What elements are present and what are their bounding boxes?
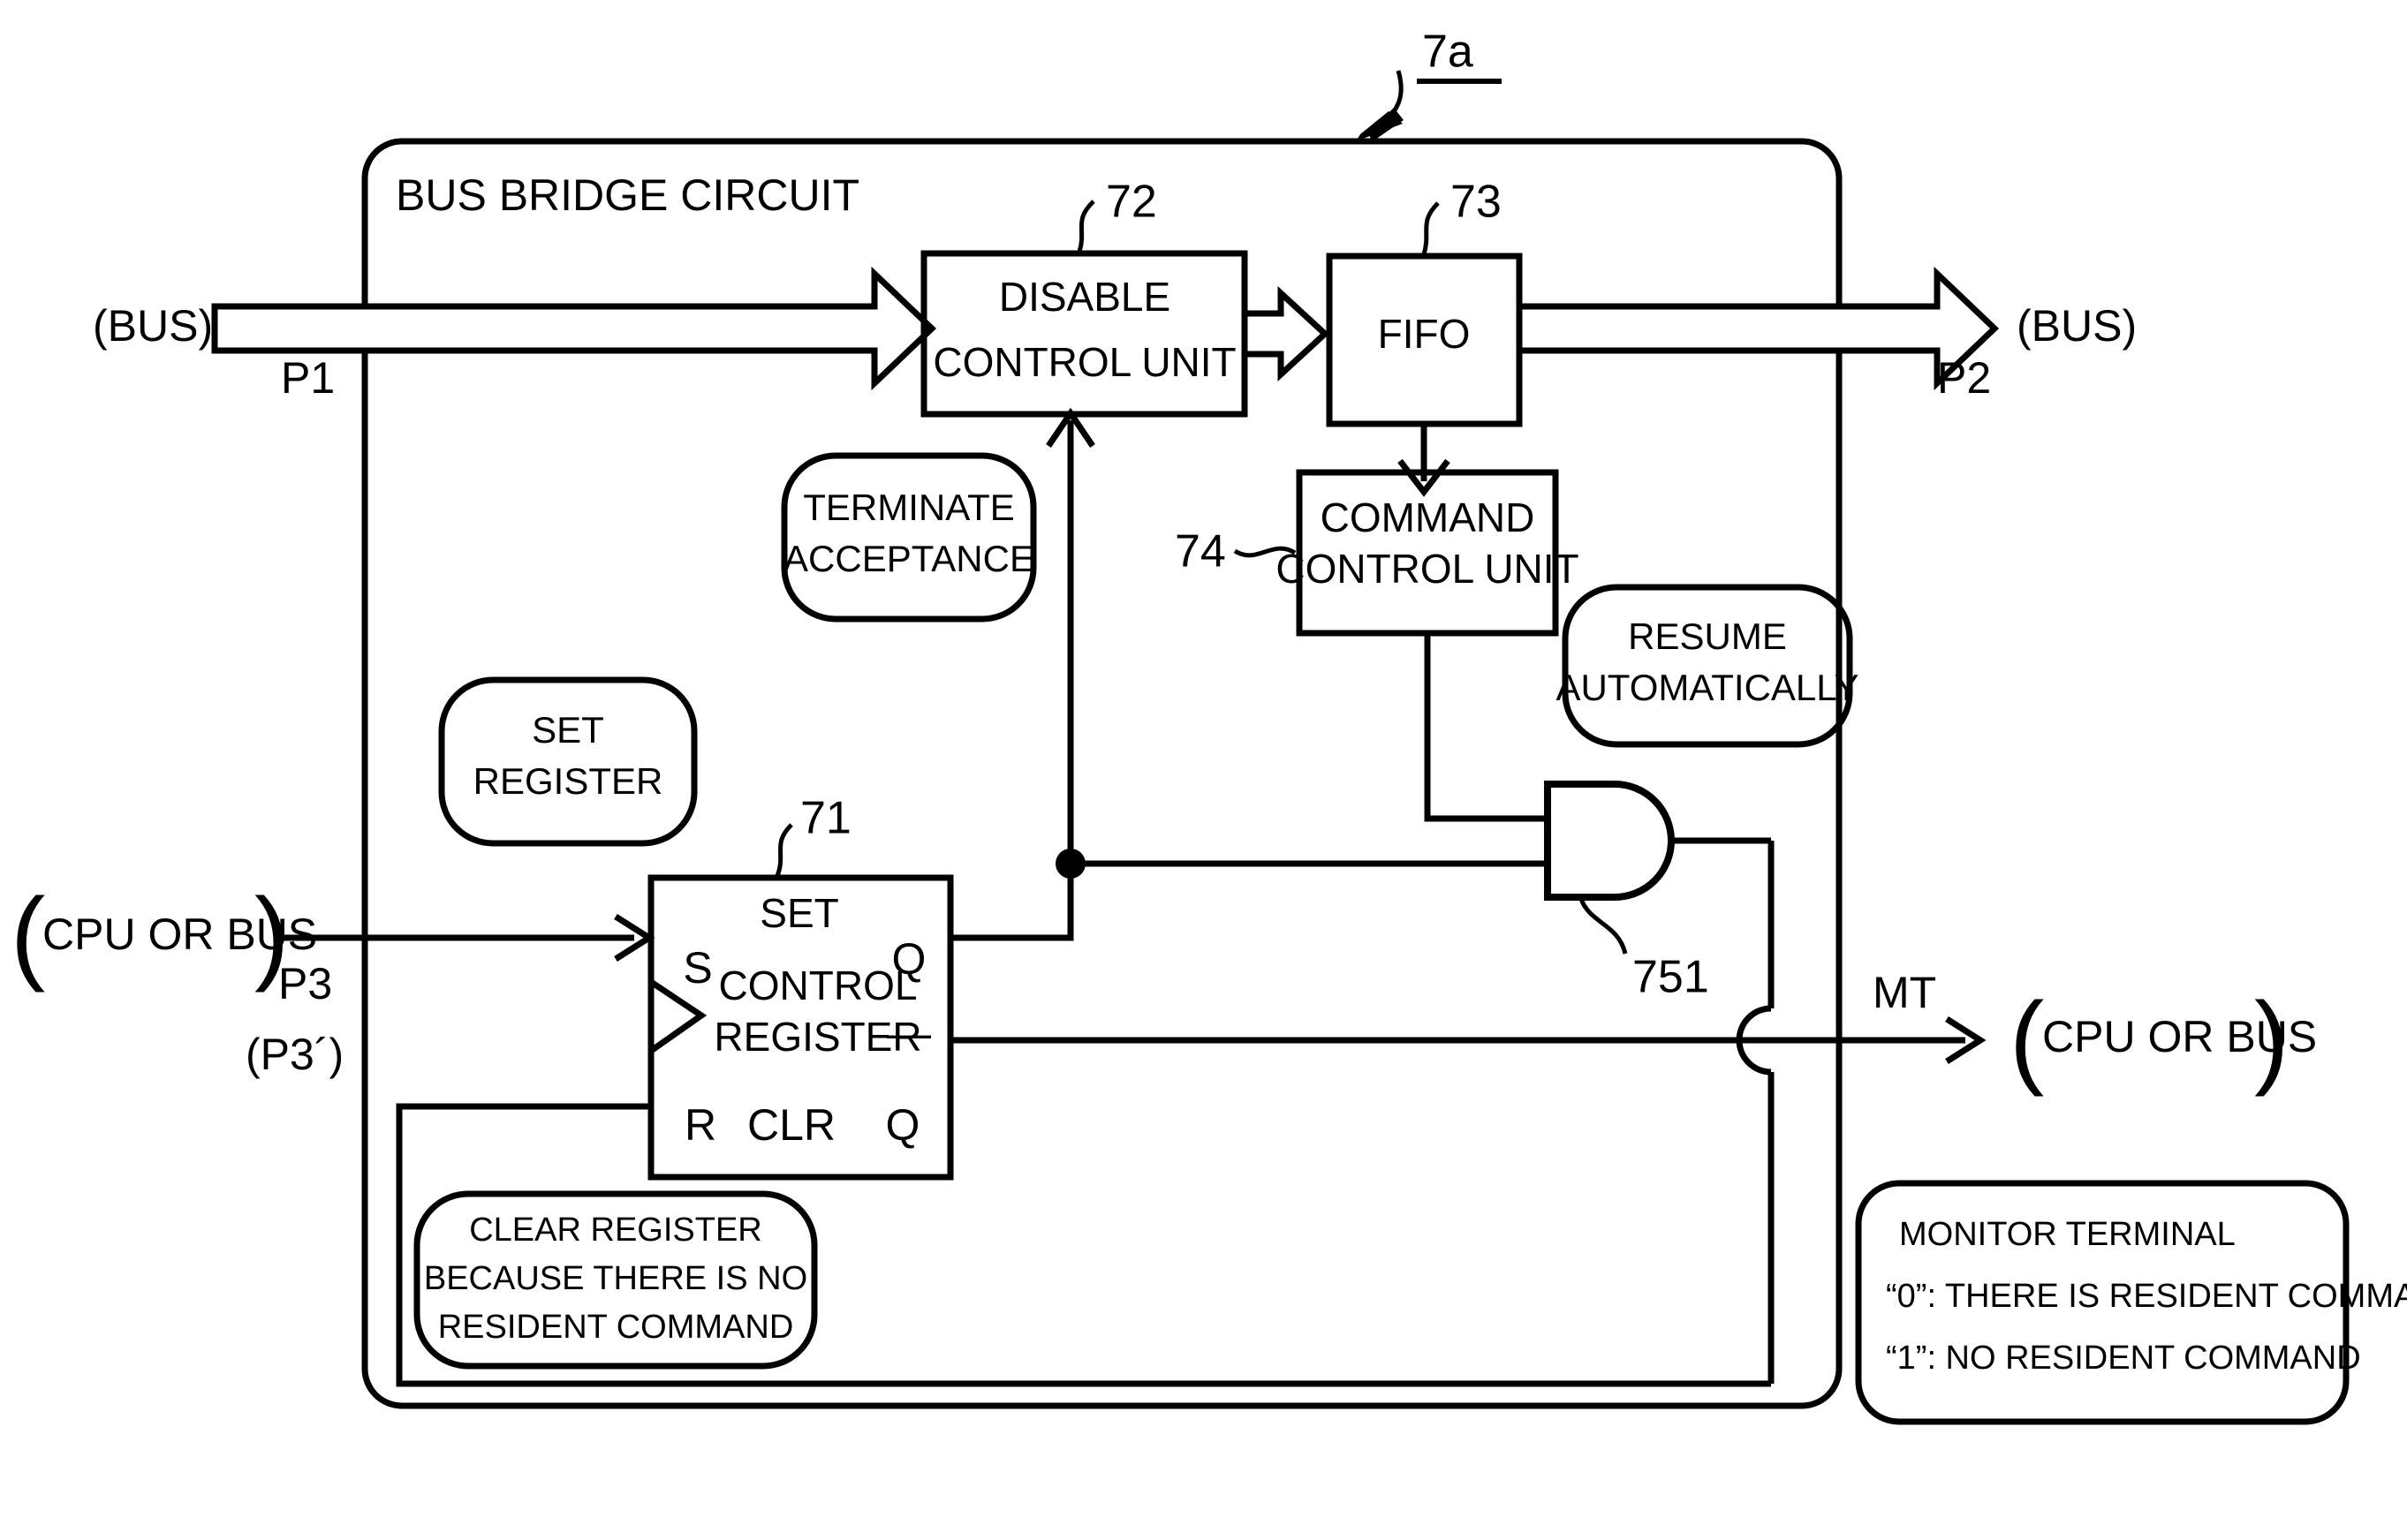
bus-in-label: (BUS) xyxy=(93,301,213,351)
control-register-pin-qbar-overline: — xyxy=(887,1008,931,1058)
and-gate-751 xyxy=(1544,781,1675,901)
p3-label: P3 xyxy=(278,959,332,1008)
disable-to-fifo-arrow xyxy=(1241,286,1330,381)
control-register-pin-qbar: Q xyxy=(886,1100,920,1150)
ref-73-leader xyxy=(1421,201,1440,255)
ref-73-label: 73 xyxy=(1450,177,1502,228)
ref-71-leader xyxy=(775,823,793,877)
command-control-unit-line2: CONTROL UNIT xyxy=(1275,546,1578,592)
set-register-line1: SET xyxy=(532,709,604,751)
figure-canvas: BUS BRIDGE CIRCUIT 7a (BUS) P1 DISABLE C… xyxy=(0,0,2407,1540)
ref-751-label: 751 xyxy=(1632,952,1709,1003)
command-control-unit-line1: COMMAND xyxy=(1321,494,1535,540)
p1-label: P1 xyxy=(281,353,335,403)
cpu-or-bus-out-paren-left: ( xyxy=(2010,981,2044,1098)
q-output-to-junction-wire xyxy=(950,864,1074,941)
set-register-line2: REGISTER xyxy=(473,760,663,802)
monitor-terminal-title: MONITOR TERMINAL xyxy=(1899,1216,2236,1253)
bus-bridge-title: BUS BRIDGE CIRCUIT xyxy=(396,170,859,220)
ccu-to-and-gate-wire xyxy=(1424,633,1548,822)
ref-72-label: 72 xyxy=(1106,177,1157,228)
resume-automatically-line1: RESUME xyxy=(1628,615,1787,657)
monitor-terminal-row-1: “1”: NO RESIDENT COMMAND xyxy=(1886,1340,2361,1377)
resume-automatically-callout xyxy=(1562,584,1853,748)
p2-label: P2 xyxy=(1937,353,1991,403)
terminate-acceptance-line1: TERMINATE xyxy=(803,487,1015,528)
clear-register-line3: RESIDENT COMMAND xyxy=(438,1309,794,1346)
p3-prime-label: (P3´) xyxy=(246,1030,344,1079)
terminate-acceptance-line2: ACCEPTANCE xyxy=(783,538,1034,579)
monitor-terminal-row-0: “0”: THERE IS RESIDENT COMMAND xyxy=(1886,1278,2407,1315)
fifo-label: FIFO xyxy=(1378,311,1471,357)
mt-label: MT xyxy=(1873,968,1936,1017)
ref-71-label: 71 xyxy=(800,793,852,844)
ref-74-label: 74 xyxy=(1175,526,1226,578)
cpu-or-bus-in-paren-left: ( xyxy=(11,877,45,993)
control-register-pin-r: R xyxy=(685,1100,716,1150)
ref-751-leader xyxy=(1578,898,1628,955)
control-register-pin-s: S xyxy=(683,943,712,993)
clear-register-line1: CLEAR REGISTER xyxy=(469,1212,762,1249)
control-register-pin-clr: CLR xyxy=(747,1100,836,1150)
p2-bus-arrow xyxy=(1516,266,2000,391)
control-register-line2: CONTROL xyxy=(719,962,918,1008)
bus-out-label: (BUS) xyxy=(2017,301,2137,351)
ref-72-leader xyxy=(1077,200,1095,253)
disable-control-unit-line2: CONTROL UNIT xyxy=(933,339,1236,385)
ref-7a-label: 7a xyxy=(1422,26,1473,78)
disable-control-unit-line1: DISABLE xyxy=(999,274,1170,320)
clear-register-line2: BECAUSE THERE IS NO xyxy=(424,1260,807,1297)
resume-automatically-line2: AUTOMATICALLY xyxy=(1555,667,1858,708)
control-register-set-label: SET xyxy=(760,890,838,936)
cpu-or-bus-out-paren-right: ) xyxy=(2254,981,2289,1098)
